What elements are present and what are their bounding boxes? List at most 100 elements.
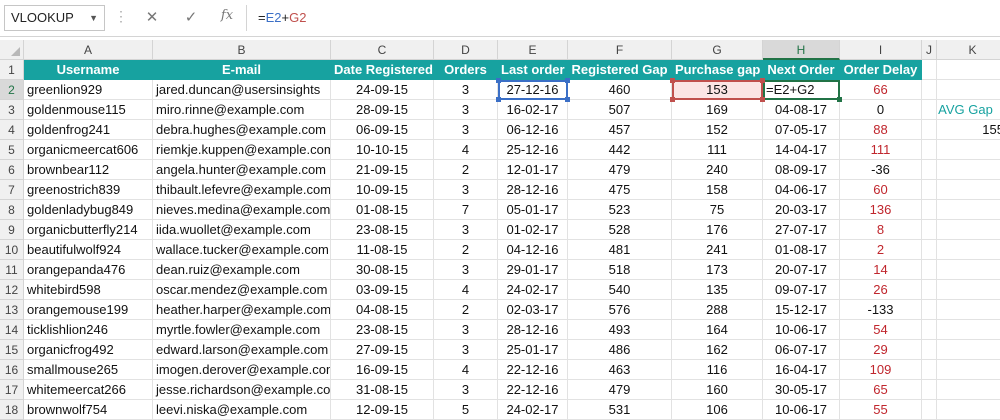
data-cell[interactable]: 07-05-17 bbox=[763, 120, 840, 140]
data-cell[interactable]: 27-09-15 bbox=[331, 340, 434, 360]
data-cell[interactable]: 4 bbox=[434, 280, 498, 300]
data-cell[interactable]: myrtle.fowler@example.com bbox=[153, 320, 331, 340]
data-cell[interactable]: 136 bbox=[840, 200, 922, 220]
column-header-g[interactable]: G bbox=[672, 40, 763, 60]
empty-cell[interactable] bbox=[937, 400, 1000, 420]
data-cell[interactable]: 475 bbox=[568, 180, 672, 200]
data-cell[interactable]: 3 bbox=[434, 180, 498, 200]
data-cell[interactable]: leevi.niska@example.com bbox=[153, 400, 331, 420]
data-cell[interactable]: 09-07-17 bbox=[763, 280, 840, 300]
row-header-6[interactable]: 6 bbox=[0, 160, 24, 180]
header-cell[interactable]: Last order bbox=[498, 60, 568, 80]
data-cell[interactable]: 160 bbox=[672, 380, 763, 400]
select-all-corner[interactable] bbox=[0, 40, 24, 60]
data-cell[interactable]: 28-12-16 bbox=[498, 180, 568, 200]
data-cell[interactable]: 06-12-16 bbox=[498, 120, 568, 140]
data-cell[interactable]: 66 bbox=[840, 80, 922, 100]
data-cell[interactable]: 08-09-17 bbox=[763, 160, 840, 180]
data-cell[interactable]: -133 bbox=[840, 300, 922, 320]
data-cell[interactable]: 5 bbox=[434, 400, 498, 420]
empty-cell[interactable] bbox=[922, 360, 937, 380]
empty-cell[interactable] bbox=[922, 340, 937, 360]
empty-cell[interactable] bbox=[937, 160, 1000, 180]
header-cell[interactable]: E-mail bbox=[153, 60, 331, 80]
data-cell[interactable]: 12-01-17 bbox=[498, 160, 568, 180]
empty-cell[interactable] bbox=[937, 340, 1000, 360]
row-header-9[interactable]: 9 bbox=[0, 220, 24, 240]
column-header-j[interactable]: J bbox=[922, 40, 937, 60]
data-cell[interactable]: 507 bbox=[568, 100, 672, 120]
data-cell[interactable]: thibault.lefevre@example.com bbox=[153, 180, 331, 200]
data-cell[interactable]: brownwolf754 bbox=[24, 400, 153, 420]
data-cell[interactable]: 28-09-15 bbox=[331, 100, 434, 120]
data-cell[interactable]: greenostrich839 bbox=[24, 180, 153, 200]
data-cell[interactable]: miro.rinne@example.com bbox=[153, 100, 331, 120]
data-cell[interactable]: 241 bbox=[672, 240, 763, 260]
chevron-down-icon[interactable]: ▼ bbox=[89, 6, 98, 30]
empty-cell[interactable] bbox=[937, 300, 1000, 320]
data-cell[interactable]: 3 bbox=[434, 220, 498, 240]
data-cell[interactable]: 479 bbox=[568, 380, 672, 400]
empty-cell[interactable] bbox=[922, 280, 937, 300]
data-cell[interactable]: 06-09-15 bbox=[331, 120, 434, 140]
data-cell[interactable]: 164 bbox=[672, 320, 763, 340]
data-cell[interactable]: 3 bbox=[434, 340, 498, 360]
data-cell[interactable]: 05-01-17 bbox=[498, 200, 568, 220]
data-cell[interactable]: 29 bbox=[840, 340, 922, 360]
empty-cell[interactable] bbox=[937, 260, 1000, 280]
data-cell[interactable]: whitemeercat266 bbox=[24, 380, 153, 400]
range-handle-e2-tl[interactable] bbox=[496, 78, 501, 83]
row-header-14[interactable]: 14 bbox=[0, 320, 24, 340]
data-cell[interactable]: 111 bbox=[672, 140, 763, 160]
empty-cell[interactable] bbox=[937, 200, 1000, 220]
data-cell[interactable]: 14-04-17 bbox=[763, 140, 840, 160]
data-cell[interactable]: 12-09-15 bbox=[331, 400, 434, 420]
data-cell[interactable]: heather.harper@example.com bbox=[153, 300, 331, 320]
data-cell[interactable]: 02-03-17 bbox=[498, 300, 568, 320]
header-cell[interactable]: Registered Gap bbox=[568, 60, 672, 80]
data-cell[interactable]: goldenfrog241 bbox=[24, 120, 153, 140]
empty-cell[interactable] bbox=[937, 380, 1000, 400]
empty-cell[interactable] bbox=[922, 300, 937, 320]
data-cell[interactable]: 481 bbox=[568, 240, 672, 260]
empty-cell[interactable] bbox=[922, 260, 937, 280]
data-cell[interactable]: 173 bbox=[672, 260, 763, 280]
data-cell[interactable]: 27-12-16 bbox=[498, 80, 568, 100]
row-header-15[interactable]: 15 bbox=[0, 340, 24, 360]
row-header-12[interactable]: 12 bbox=[0, 280, 24, 300]
data-cell[interactable]: 30-08-15 bbox=[331, 260, 434, 280]
column-header-d[interactable]: D bbox=[434, 40, 498, 60]
empty-cell[interactable] bbox=[937, 80, 1000, 100]
data-cell[interactable]: 04-06-17 bbox=[763, 180, 840, 200]
data-cell[interactable]: 523 bbox=[568, 200, 672, 220]
data-cell[interactable]: 27-07-17 bbox=[763, 220, 840, 240]
range-handle-e2-tr[interactable] bbox=[565, 78, 570, 83]
row-header-10[interactable]: 10 bbox=[0, 240, 24, 260]
data-cell[interactable]: 3 bbox=[434, 80, 498, 100]
empty-cell[interactable] bbox=[937, 180, 1000, 200]
data-cell[interactable]: 109 bbox=[840, 360, 922, 380]
data-cell[interactable]: dean.ruiz@example.com bbox=[153, 260, 331, 280]
data-cell[interactable]: 2 bbox=[434, 160, 498, 180]
empty-cell[interactable] bbox=[937, 220, 1000, 240]
row-header-2[interactable]: 2 bbox=[0, 80, 24, 100]
data-cell[interactable]: 576 bbox=[568, 300, 672, 320]
data-cell[interactable]: 240 bbox=[672, 160, 763, 180]
data-cell[interactable]: edward.larson@example.com bbox=[153, 340, 331, 360]
empty-cell[interactable] bbox=[922, 180, 937, 200]
column-header-i[interactable]: I bbox=[840, 40, 922, 60]
data-cell[interactable]: 16-02-17 bbox=[498, 100, 568, 120]
data-cell[interactable]: 01-08-17 bbox=[763, 240, 840, 260]
row-header-5[interactable]: 5 bbox=[0, 140, 24, 160]
data-cell[interactable]: 540 bbox=[568, 280, 672, 300]
column-header-c[interactable]: C bbox=[331, 40, 434, 60]
data-cell[interactable]: jared.duncan@usersinsights bbox=[153, 80, 331, 100]
data-cell[interactable]: 152 bbox=[672, 120, 763, 140]
data-cell[interactable]: orangemouse199 bbox=[24, 300, 153, 320]
data-cell[interactable]: 10-09-15 bbox=[331, 180, 434, 200]
data-cell[interactable]: -36 bbox=[840, 160, 922, 180]
data-cell[interactable]: 158 bbox=[672, 180, 763, 200]
data-cell[interactable]: imogen.derover@example.com bbox=[153, 360, 331, 380]
data-cell[interactable]: =E2+G2 bbox=[763, 80, 840, 100]
data-cell[interactable]: 21-09-15 bbox=[331, 160, 434, 180]
